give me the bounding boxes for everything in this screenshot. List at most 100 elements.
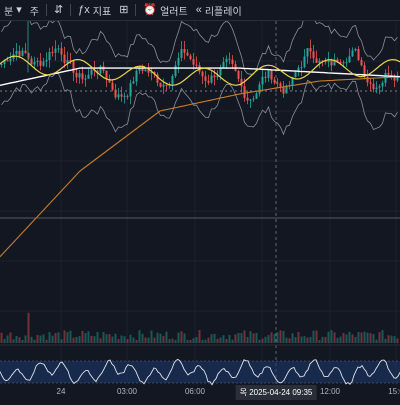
alert-button[interactable]: ⏰ 얼러트 (139, 0, 191, 20)
replay-label: 리플레이 (204, 6, 242, 18)
volume-bar (75, 336, 78, 343)
candle-body (177, 57, 180, 66)
volume-bar (375, 339, 378, 343)
candle-body (126, 95, 129, 97)
volume-bar (9, 332, 12, 343)
time-axis[interactable]: 24 03:00 06:00 12:00 15:0 목 2025-04-24 0… (0, 385, 400, 400)
volume-bar (48, 332, 51, 343)
volume-bar (387, 335, 390, 343)
volume-bar (132, 337, 135, 343)
grid-icon: ⊞ (119, 3, 129, 16)
volume-bar (57, 332, 60, 343)
toolbar-divider (135, 4, 137, 16)
layout-button[interactable]: ⊞ (115, 0, 132, 20)
volume-bar (231, 339, 234, 343)
candle-body (81, 73, 84, 80)
candle-body (378, 86, 381, 88)
volume-bar (90, 335, 93, 343)
candle-body (33, 61, 36, 65)
volume-bar (135, 339, 138, 343)
candle-body (183, 49, 186, 53)
candle-body (30, 58, 33, 65)
candle-body (342, 62, 345, 64)
candle-body (42, 61, 45, 66)
candle-body (171, 76, 174, 85)
candle-body (87, 74, 90, 79)
volume-bar (144, 337, 147, 343)
volume-bar (183, 333, 186, 343)
candle-body (210, 75, 213, 83)
volume-bar (396, 338, 399, 343)
volume-bar (126, 339, 129, 343)
volume-bar (0, 332, 3, 343)
volume-bar (156, 332, 159, 343)
indicators-label: 지표 (92, 6, 112, 18)
candle-body (195, 64, 198, 66)
volume-bar (216, 338, 219, 343)
candle-body (348, 56, 351, 63)
volume-bar (306, 337, 309, 343)
volume-bar (87, 331, 90, 343)
candles-icon: ⇵ (53, 3, 64, 16)
candle-body (201, 71, 204, 77)
interval-menu[interactable]: 분 ▾ (0, 0, 26, 20)
chart-canvas[interactable]: T (0, 0, 400, 400)
week-interval-button[interactable]: 주 (26, 0, 43, 20)
candle-body (99, 66, 102, 74)
volume-bar (105, 334, 108, 343)
candle-body (45, 60, 48, 62)
candle-body (75, 72, 78, 78)
volume-bar (369, 333, 372, 343)
candle-body (129, 83, 132, 97)
replay-button[interactable]: « 리플레이 (192, 0, 246, 20)
candle-body (282, 86, 285, 94)
volume-bar (108, 334, 111, 343)
candle-body (357, 49, 360, 60)
volume-bar (315, 330, 318, 343)
volume-bar (264, 336, 267, 343)
volume-bar (288, 338, 291, 343)
candle-body (396, 77, 399, 81)
volume-bar (129, 334, 132, 343)
candle-body (369, 82, 372, 84)
candle-body (213, 75, 216, 78)
candle-body (165, 84, 168, 86)
time-tick: 12:00 (319, 387, 341, 396)
volume-bar (147, 337, 150, 343)
volume-bar (159, 333, 162, 343)
volume-bar (195, 337, 198, 343)
volume-bar (12, 339, 15, 343)
volume-bar (21, 339, 24, 343)
candle-body (144, 69, 147, 72)
candle-body (381, 82, 384, 87)
time-tick: 06:00 (184, 387, 206, 396)
ma-long-line (0, 76, 400, 258)
volume-histogram (0, 312, 399, 343)
volume-bar (327, 331, 330, 343)
volume-bar (18, 337, 21, 343)
price-chart[interactable]: T (0, 0, 400, 400)
volume-bar (81, 330, 84, 343)
volume-bar (72, 337, 75, 343)
volume-bar (330, 330, 333, 343)
volume-bar (300, 336, 303, 343)
chart-type-button[interactable]: ⇵ (50, 0, 67, 20)
moving-averages (0, 55, 400, 258)
volume-bar (3, 338, 6, 343)
indicators-button[interactable]: ƒx 지표 (74, 0, 115, 20)
oscillator-pane (0, 358, 400, 386)
candle-body (267, 70, 270, 78)
volume-bar (78, 336, 81, 343)
candle-body (306, 48, 309, 57)
volume-bar (357, 331, 360, 343)
candle-body (174, 65, 177, 77)
candle-body (180, 49, 183, 58)
candle-body (207, 80, 210, 83)
candle-body (300, 66, 303, 68)
candle-body (48, 51, 51, 61)
volume-bar (111, 336, 114, 343)
candle-body (189, 55, 192, 60)
crosshair-time-label: 목 2025-04-24 09:35 (235, 385, 317, 400)
volume-bar (240, 333, 243, 343)
volume-bar (381, 330, 384, 343)
